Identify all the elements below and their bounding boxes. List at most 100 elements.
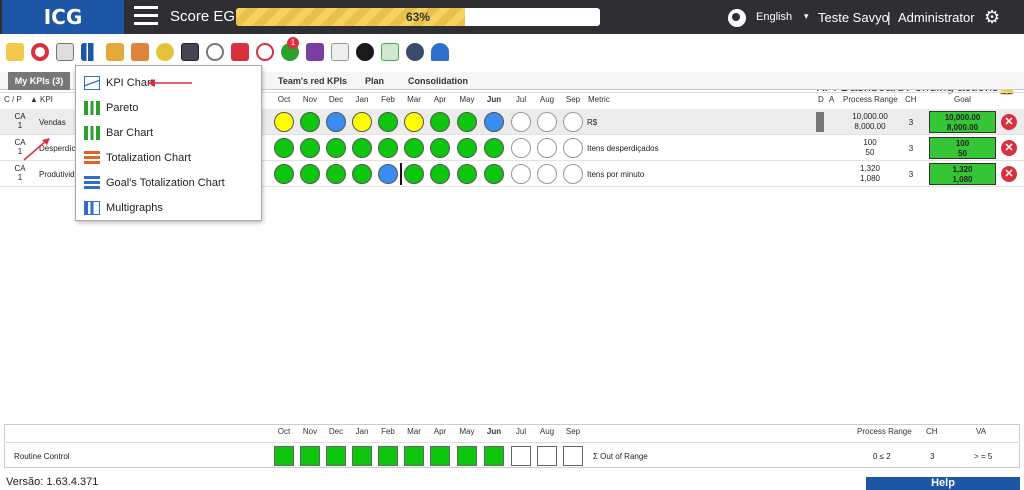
status-circle-dec[interactable] xyxy=(326,112,346,132)
status-circle-jan[interactable] xyxy=(352,138,372,158)
tab-teams-red-kpis[interactable]: Team's red KPIs xyxy=(278,72,347,90)
goal-upper: 1,320 xyxy=(952,165,973,174)
footer-month-dec: Dec xyxy=(328,427,344,436)
routine-box-mar[interactable] xyxy=(404,446,424,466)
routine-box-aug[interactable] xyxy=(537,446,557,466)
status-circle-may[interactable] xyxy=(457,164,477,184)
status-circle-mar[interactable] xyxy=(404,164,424,184)
status-circle-apr[interactable] xyxy=(430,164,450,184)
routine-box-may[interactable] xyxy=(457,446,477,466)
globe-icon[interactable] xyxy=(728,9,746,27)
status-circle-aug[interactable] xyxy=(537,138,557,158)
status-circle-nov[interactable] xyxy=(300,164,320,184)
delete-icon[interactable]: ✕ xyxy=(1001,140,1017,156)
calendar-icon[interactable] xyxy=(181,43,199,61)
routine-box-feb[interactable] xyxy=(378,446,398,466)
link-icon[interactable] xyxy=(106,43,124,61)
status-circle-jan[interactable] xyxy=(352,112,372,132)
sort-icon[interactable]: ▲ xyxy=(30,92,38,108)
menu-item-totalization-chart[interactable]: Totalization Chart xyxy=(84,148,254,168)
menu-icon[interactable] xyxy=(134,6,158,28)
help-button[interactable]: Help xyxy=(866,477,1020,490)
row-d-indicator xyxy=(816,112,824,132)
routine-box-sep[interactable] xyxy=(563,446,583,466)
row-goal[interactable]: 1,320 1,080 xyxy=(929,163,996,185)
status-circle-jan[interactable] xyxy=(352,164,372,184)
row-range-upper: 10,000.00 xyxy=(852,112,888,121)
status-circle-oct[interactable] xyxy=(274,138,294,158)
menu-item-pareto[interactable]: Pareto xyxy=(84,98,254,118)
status-circle-mar[interactable] xyxy=(404,138,424,158)
status-circle-aug[interactable] xyxy=(537,164,557,184)
routine-box-jan[interactable] xyxy=(352,446,372,466)
app-logo[interactable]: ICG xyxy=(2,0,124,34)
menu-item-bar-chart[interactable]: Bar Chart xyxy=(84,123,254,143)
footer-month-jul: Jul xyxy=(515,427,527,436)
pdf-icon[interactable] xyxy=(331,43,349,61)
crosshair-icon[interactable] xyxy=(256,43,274,61)
delete-icon[interactable]: ✕ xyxy=(1001,166,1017,182)
rocket-icon[interactable] xyxy=(431,43,449,61)
status-circle-nov[interactable] xyxy=(300,138,320,158)
routine-box-dec[interactable] xyxy=(326,446,346,466)
row-goal[interactable]: 10,000.00 8,000.00 xyxy=(929,111,996,133)
puzzle-icon[interactable] xyxy=(306,43,324,61)
status-circle-sep[interactable] xyxy=(563,112,583,132)
routine-box-jul[interactable] xyxy=(511,446,531,466)
status-circle-sep[interactable] xyxy=(563,138,583,158)
status-circle-nov[interactable] xyxy=(300,112,320,132)
user-role[interactable]: Administrator xyxy=(898,10,975,25)
gear-icon[interactable]: ⚙ xyxy=(984,8,1002,26)
row-goal[interactable]: 100 50 xyxy=(929,137,996,159)
tab-my-kpis[interactable]: My KPIs (3) xyxy=(8,72,70,90)
user-name[interactable]: Teste Savyo xyxy=(818,10,889,25)
award-icon[interactable] xyxy=(156,43,174,61)
footer-header-ch: CH xyxy=(926,427,938,436)
routine-box-oct[interactable] xyxy=(274,446,294,466)
routine-box-jun[interactable] xyxy=(484,446,504,466)
status-circle-sep[interactable] xyxy=(563,164,583,184)
status-circle-jul[interactable] xyxy=(511,138,531,158)
row-kpi-name[interactable]: Vendas xyxy=(39,118,66,127)
status-circle-feb[interactable] xyxy=(378,164,398,184)
power-off-icon[interactable] xyxy=(356,43,374,61)
edit-icon[interactable] xyxy=(6,43,24,61)
team-icon[interactable] xyxy=(131,43,149,61)
menu-item-goals-totalization-chart[interactable]: Goal's Totalization Chart xyxy=(84,173,254,193)
routine-box-apr[interactable] xyxy=(430,446,450,466)
menu-item-multigraphs[interactable]: Multigraphs xyxy=(84,198,254,218)
target-icon[interactable] xyxy=(31,43,49,61)
status-circle-jul[interactable] xyxy=(511,112,531,132)
status-circle-may[interactable] xyxy=(457,112,477,132)
totalization-icon xyxy=(84,151,100,165)
help-circle-icon[interactable] xyxy=(406,43,424,61)
status-circle-feb[interactable] xyxy=(378,112,398,132)
clipboard-icon[interactable] xyxy=(56,43,74,61)
status-circle-dec[interactable] xyxy=(326,164,346,184)
language-select[interactable]: English xyxy=(756,11,792,23)
status-circle-may[interactable] xyxy=(457,138,477,158)
status-circle-feb[interactable] xyxy=(378,138,398,158)
header-ch: CH xyxy=(905,95,917,104)
tab-consolidation[interactable]: Consolidation xyxy=(408,72,468,90)
status-circle-mar[interactable] xyxy=(404,112,424,132)
status-circle-dec[interactable] xyxy=(326,138,346,158)
chart-menu-icon[interactable] xyxy=(81,43,99,61)
status-circle-apr[interactable] xyxy=(430,138,450,158)
status-circle-oct[interactable] xyxy=(274,112,294,132)
status-circle-jul[interactable] xyxy=(511,164,531,184)
status-circle-apr[interactable] xyxy=(430,112,450,132)
stopwatch-icon[interactable] xyxy=(206,43,224,61)
status-circle-oct[interactable] xyxy=(274,164,294,184)
status-circle-aug[interactable] xyxy=(537,112,557,132)
presentation-icon[interactable] xyxy=(381,43,399,61)
org-chart-icon[interactable] xyxy=(231,43,249,61)
routine-box-nov[interactable] xyxy=(300,446,320,466)
status-circle-jun[interactable] xyxy=(484,138,504,158)
status-circle-jun[interactable] xyxy=(484,112,504,132)
status-circle-jun[interactable] xyxy=(484,164,504,184)
chevron-down-icon[interactable]: ▾ xyxy=(804,11,809,22)
tab-plan[interactable]: Plan xyxy=(365,72,384,90)
goal-lower: 8,000.00 xyxy=(946,123,979,132)
delete-icon[interactable]: ✕ xyxy=(1001,114,1017,130)
